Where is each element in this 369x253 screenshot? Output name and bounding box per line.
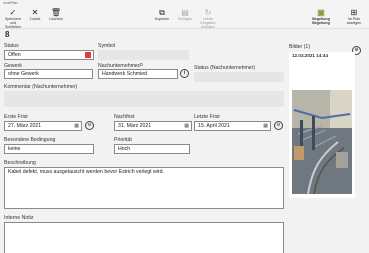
site-photo-graphic bbox=[292, 90, 352, 194]
status-value: Offen bbox=[8, 52, 21, 58]
status-color-indicator bbox=[85, 52, 91, 58]
symbol-label: Symbol bbox=[98, 43, 116, 49]
status-field[interactable]: Offen bbox=[4, 50, 94, 60]
calendar-icon: ▦ bbox=[184, 123, 189, 129]
save-close-label: Speichern und Schließen bbox=[4, 17, 22, 29]
refresh-icon: ↻ bbox=[204, 8, 212, 17]
clipboard-highlight-icon: ▣ bbox=[317, 8, 325, 17]
info-icon[interactable]: i bbox=[180, 69, 189, 78]
window-title: mobiPlan bbox=[0, 0, 369, 7]
status-label: Status bbox=[4, 43, 19, 49]
special-condition-field[interactable]: keine bbox=[4, 144, 94, 154]
photo-timestamp: 12.03.2021 14:44 bbox=[292, 53, 329, 58]
plan-region-button[interactable]: ▣ Begehung Begehung bbox=[309, 8, 333, 25]
last-deadline-clear-button[interactable]: ⊖ bbox=[274, 121, 283, 130]
contractor-status-label: Status (Nachunternehmer) bbox=[194, 65, 256, 71]
site-photo[interactable] bbox=[292, 90, 352, 194]
first-deadline-clear-button[interactable]: ⊖ bbox=[85, 121, 94, 130]
open-plan-label: Im Plan anzeigen bbox=[346, 17, 362, 25]
last-deadline-value: 15. April 2021 bbox=[198, 123, 230, 129]
contractor-field[interactable]: Handwerk Schmied bbox=[98, 69, 178, 79]
calendar-icon: ▦ bbox=[74, 123, 79, 129]
delete-button[interactable]: 🗑 Löschen bbox=[48, 8, 64, 21]
map-icon: ⊞ bbox=[350, 8, 358, 17]
paste-button[interactable]: ▤ Einfügen bbox=[175, 8, 195, 21]
trash-icon: 🗑 bbox=[50, 8, 62, 17]
photos-header: Bilder (1) bbox=[289, 44, 311, 50]
insert-last-button[interactable]: ↻ Letzte Eingaben einfügen bbox=[196, 8, 220, 29]
comment-label: Kommentar (Nachunternehmer) bbox=[4, 84, 78, 90]
description-field[interactable]: Kabel defekt, muss ausgetauscht werden b… bbox=[4, 167, 284, 209]
x-close-icon: ✕ bbox=[31, 8, 39, 17]
special-condition-label: Besondere Bedingung bbox=[4, 137, 56, 143]
insert-last-label: Letzte Eingaben einfügen bbox=[200, 17, 216, 29]
checkmark-icon: ✓ bbox=[9, 8, 17, 17]
internal-note-label: Interne Notiz bbox=[4, 215, 34, 221]
extension-label: Nachfrist bbox=[114, 114, 135, 120]
paste-label: Einfügen bbox=[177, 17, 193, 21]
form-area: 8 Status Offen Symbol Gewerk ohne Gewerk… bbox=[0, 29, 369, 253]
copy-label: Kopieren bbox=[154, 17, 170, 21]
record-number: 8 bbox=[5, 30, 10, 39]
back-label: Zurück bbox=[29, 17, 41, 21]
first-deadline-label: Erste Frist bbox=[4, 114, 28, 120]
first-deadline-value: 27. März 2021 bbox=[8, 123, 42, 129]
copy-button[interactable]: ⧉ Kopieren bbox=[152, 8, 172, 21]
plan-region-label: Begehung Begehung bbox=[312, 17, 330, 25]
first-deadline-field[interactable]: 27. März 2021 ▦ bbox=[4, 121, 82, 131]
last-deadline-field[interactable]: 15. April 2021 ▦ bbox=[194, 121, 271, 131]
contractor-status-field[interactable] bbox=[194, 72, 284, 82]
extension-value: 31. März 2021 bbox=[118, 123, 152, 129]
delete-label: Löschen bbox=[49, 17, 63, 21]
copy-icon: ⧉ bbox=[159, 8, 165, 17]
comment-field[interactable] bbox=[4, 91, 284, 107]
internal-note-field[interactable] bbox=[4, 222, 284, 253]
description-label: Beschreibung bbox=[4, 160, 36, 166]
open-plan-button[interactable]: ⊞ Im Plan anzeigen bbox=[342, 8, 366, 25]
priority-field[interactable]: Hoch bbox=[114, 144, 190, 154]
symbol-field[interactable] bbox=[98, 50, 189, 60]
toolbar: ✓ Speichern und Schließen ✕ Zurück 🗑 Lös… bbox=[0, 7, 369, 29]
save-close-button[interactable]: ✓ Speichern und Schließen bbox=[2, 8, 24, 29]
clipboard-icon: ▤ bbox=[181, 8, 189, 17]
last-deadline-label: Letzte Frist bbox=[194, 114, 220, 120]
calendar-icon: ▦ bbox=[263, 123, 268, 129]
trade-field[interactable]: ohne Gewerk bbox=[4, 69, 93, 79]
back-button[interactable]: ✕ Zurück bbox=[27, 8, 43, 21]
extension-field[interactable]: 31. März 2021 ▦ bbox=[114, 121, 192, 131]
priority-label: Priorität bbox=[114, 137, 132, 143]
